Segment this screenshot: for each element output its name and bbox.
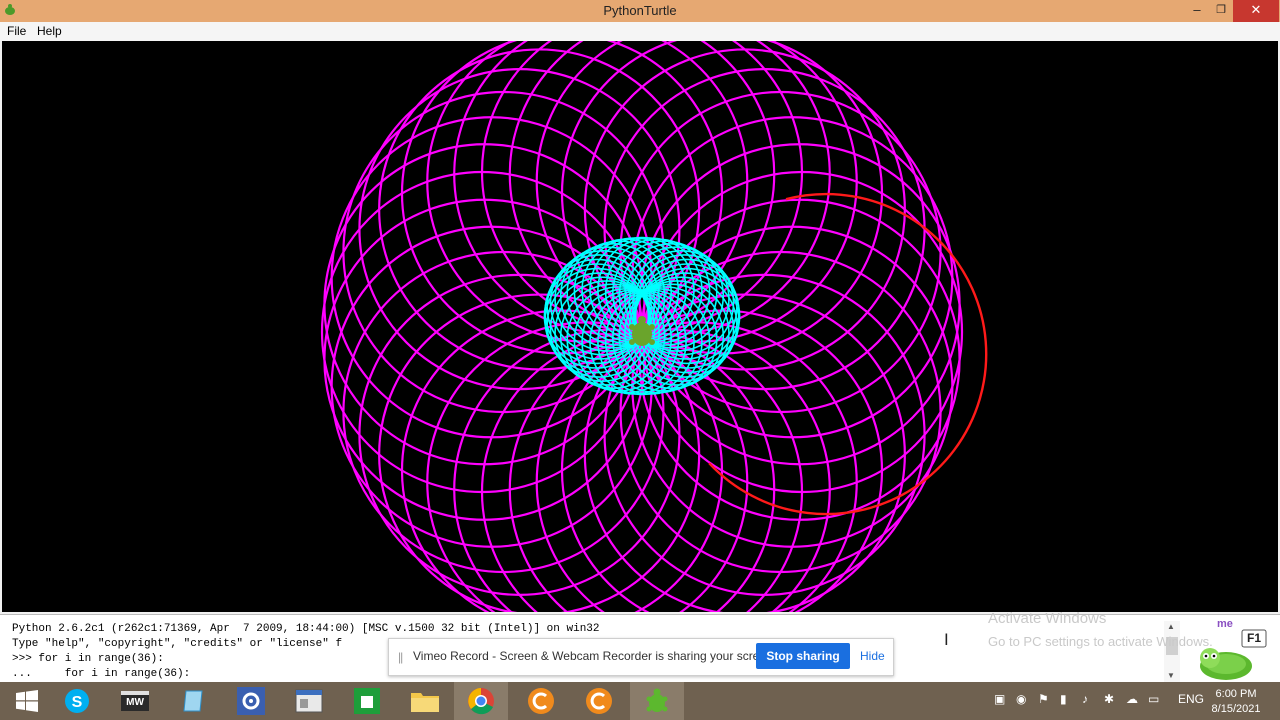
window-title: PythonTurtle <box>603 3 677 18</box>
window-app-icon[interactable] <box>282 682 336 720</box>
tray-shield-icon[interactable]: ◉ <box>1016 692 1026 706</box>
folder-icon[interactable] <box>398 682 452 720</box>
clock[interactable]: 6:00 PM 8/15/2021 <box>1206 687 1266 717</box>
moviemaker-icon[interactable]: MW <box>108 682 162 720</box>
skype-icon[interactable]: S <box>50 682 104 720</box>
display-icon[interactable]: ▭ <box>1148 692 1159 706</box>
scroll-down-icon[interactable]: ▼ <box>1167 671 1175 680</box>
minimize-button[interactable]: – <box>1185 0 1209 22</box>
shell-scrollbar[interactable]: ▲ ▼ <box>1164 621 1180 683</box>
turtle-help-logo[interactable]: F1 me <box>1186 616 1280 682</box>
clock-time: 6:00 PM <box>1215 688 1257 700</box>
action-center-flag-icon[interactable]: ⚑ <box>1038 692 1049 706</box>
svg-text:S: S <box>72 694 83 711</box>
maximize-button[interactable]: ❐ <box>1209 0 1233 22</box>
outer-curve <box>426 41 749 343</box>
hide-link[interactable]: Hide <box>860 649 885 663</box>
close-button[interactable]: ✕ <box>1233 0 1279 22</box>
menu-help[interactable]: Help <box>37 24 62 38</box>
screen-sharing-notice: || Vimeo Record - Screen & Webcam Record… <box>388 638 894 676</box>
turtle-mascot-icon <box>1200 629 1267 680</box>
clock-date: 8/15/2021 <box>1211 703 1261 715</box>
tray-battery-icon[interactable]: ▮ <box>1060 692 1067 706</box>
windows-start-icon[interactable] <box>0 682 54 720</box>
partial-curve <box>708 192 988 516</box>
activate-windows-hint: Go to PC settings to activate Windows. <box>988 634 1213 649</box>
outer-curve <box>535 41 858 343</box>
outer-curve <box>480 41 804 334</box>
taskbar: S MW ▣ ◉ ⚑ ▮ ♪ ✱ ☁ ▭ ENG 6:00 PM 8/15/20… <box>0 682 1280 720</box>
title-bar[interactable]: PythonTurtle – ❐ ✕ <box>0 0 1280 22</box>
stop-sharing-button[interactable]: Stop sharing <box>756 643 850 669</box>
c-app-icon-2[interactable] <box>572 682 626 720</box>
logo-partial-text: me <box>1217 618 1233 630</box>
text-cursor-icon: Ι <box>944 630 949 649</box>
network-icon[interactable]: ✱ <box>1104 692 1114 706</box>
f1-key-label: F1 <box>1247 631 1262 645</box>
c-app-icon[interactable] <box>514 682 568 720</box>
store-icon[interactable] <box>340 682 394 720</box>
pythonturtle-icon[interactable] <box>630 682 684 720</box>
chrome-icon[interactable] <box>454 682 508 720</box>
volume-icon[interactable]: ♪ <box>1082 692 1088 706</box>
settings-gear-icon[interactable] <box>224 682 278 720</box>
drag-grip-icon[interactable]: || <box>398 650 403 664</box>
language-indicator[interactable]: ENG <box>1178 692 1204 706</box>
moviemaker-label: MW <box>126 697 144 708</box>
tray-app-icon[interactable]: ▣ <box>994 692 1005 706</box>
turtle-canvas[interactable] <box>2 41 1278 612</box>
menu-bar: File Help <box>0 22 1280 41</box>
notepad-icon[interactable] <box>166 682 220 720</box>
scroll-up-icon[interactable]: ▲ <box>1167 622 1175 631</box>
sharing-message: Vimeo Record - Screen & Webcam Recorder … <box>413 649 777 663</box>
turtle-drawing <box>320 41 988 612</box>
menu-file[interactable]: File <box>7 24 26 38</box>
onedrive-icon[interactable]: ☁ <box>1126 692 1138 706</box>
activate-windows-title: Activate Windows <box>988 610 1107 627</box>
